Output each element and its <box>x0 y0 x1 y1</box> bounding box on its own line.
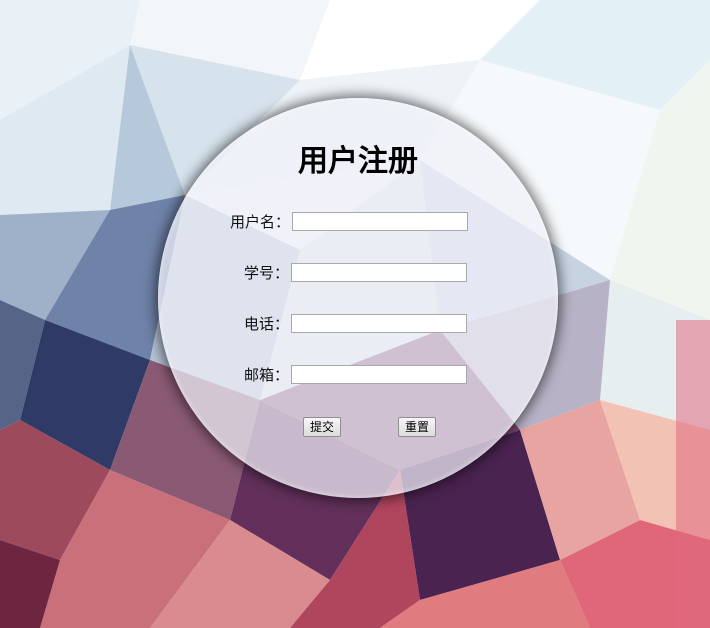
phone-input[interactable] <box>291 314 467 333</box>
submit-button[interactable]: 提交 <box>303 417 342 437</box>
reset-button[interactable]: 重置 <box>398 417 437 437</box>
phone-label: 电话： <box>243 315 289 333</box>
username-label: 用户名： <box>229 213 290 231</box>
email-input[interactable] <box>291 365 467 384</box>
student-number-label: 学号： <box>243 264 289 282</box>
student-number-input[interactable] <box>291 263 467 282</box>
username-input[interactable] <box>292 212 468 231</box>
page-title: 用户注册 <box>298 144 418 179</box>
page: 用户注册 用户名： 学号： 电话： 邮箱： 提交 重置 <box>0 0 710 628</box>
email-label: 邮箱： <box>243 366 289 384</box>
